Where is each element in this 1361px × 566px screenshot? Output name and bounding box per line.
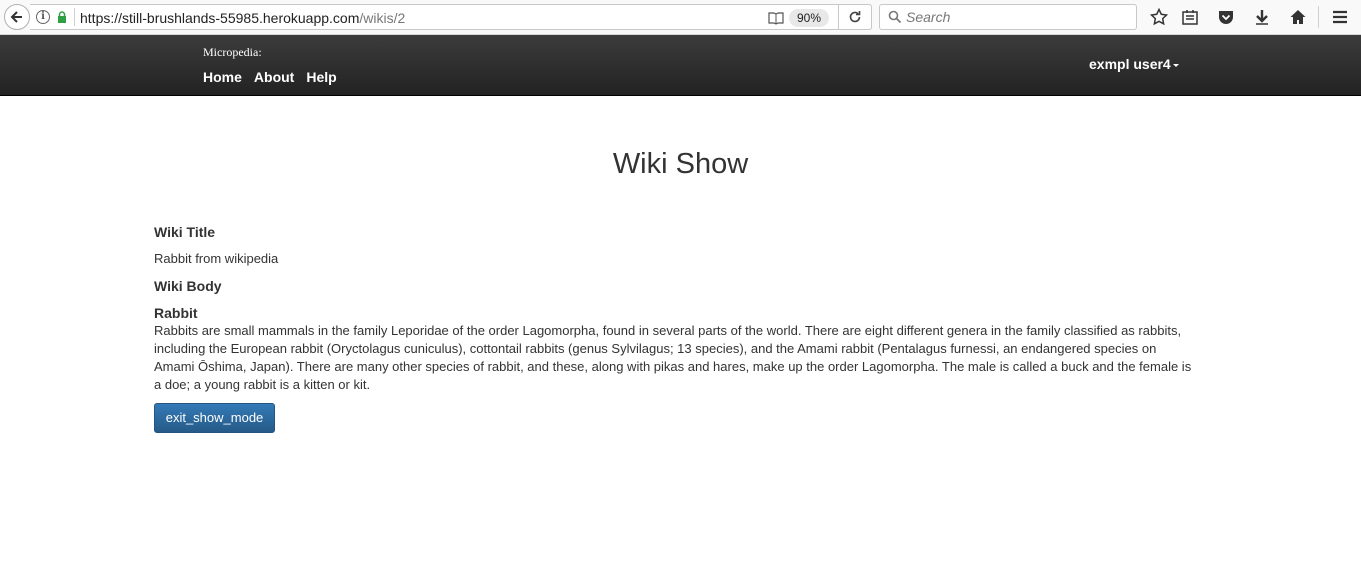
exit-show-mode-button[interactable]: exit_show_mode: [154, 403, 275, 433]
browser-toolbar: i https://still-brushlands-55985.herokua…: [0, 0, 1361, 35]
url-path: /wikis/2: [359, 10, 406, 26]
download-icon[interactable]: [1251, 6, 1273, 28]
wiki-body-heading: Rabbit: [154, 305, 198, 321]
zoom-badge[interactable]: 90%: [789, 9, 829, 27]
search-icon: [888, 10, 902, 24]
site-navbar: Micropedia: Home About Help exmpl user4: [0, 35, 1361, 96]
caret-down-icon: [1172, 63, 1179, 67]
nav-home-link[interactable]: Home: [203, 68, 242, 86]
page-title: Wiki Show: [612, 148, 749, 180]
url-host: https://still-brushlands-55985.herokuapp…: [80, 10, 360, 26]
back-button[interactable]: [4, 4, 30, 30]
reload-button[interactable]: [838, 4, 872, 30]
search-input[interactable]: [906, 8, 1126, 26]
wiki-title-label: Wiki Title: [154, 224, 216, 240]
toolbar-separator: [1318, 6, 1319, 28]
lock-icon: [58, 11, 66, 23]
wiki-body-label: Wiki Body: [154, 278, 222, 294]
nav-about-link[interactable]: About: [254, 68, 294, 86]
url-bar[interactable]: i https://still-brushlands-55985.herokua…: [30, 4, 872, 30]
bookmark-star-icon[interactable]: [1148, 6, 1170, 28]
home-icon[interactable]: [1287, 6, 1309, 28]
wiki-title-value: Rabbit from wikipedia: [154, 251, 279, 266]
user-dropdown[interactable]: exmpl user4: [1089, 55, 1179, 73]
pocket-icon[interactable]: [1215, 6, 1237, 28]
info-icon[interactable]: i: [36, 10, 50, 24]
library-icon[interactable]: [1179, 6, 1201, 28]
nav-help-link[interactable]: Help: [306, 68, 336, 86]
menu-icon[interactable]: [1329, 6, 1351, 28]
search-bar[interactable]: [879, 4, 1137, 30]
nav-links: Home About Help: [203, 68, 349, 86]
reader-view-icon[interactable]: [768, 11, 784, 25]
url-separator: [74, 8, 75, 26]
brand-logo[interactable]: Micropedia:: [203, 44, 262, 60]
url-text[interactable]: https://still-brushlands-55985.herokuapp…: [80, 9, 405, 27]
back-arrow-icon: [10, 11, 22, 23]
user-name: exmpl user4: [1089, 56, 1171, 72]
wiki-body-text: Rabbits are small mammals in the family …: [154, 323, 1192, 392]
reload-icon: [849, 11, 861, 23]
